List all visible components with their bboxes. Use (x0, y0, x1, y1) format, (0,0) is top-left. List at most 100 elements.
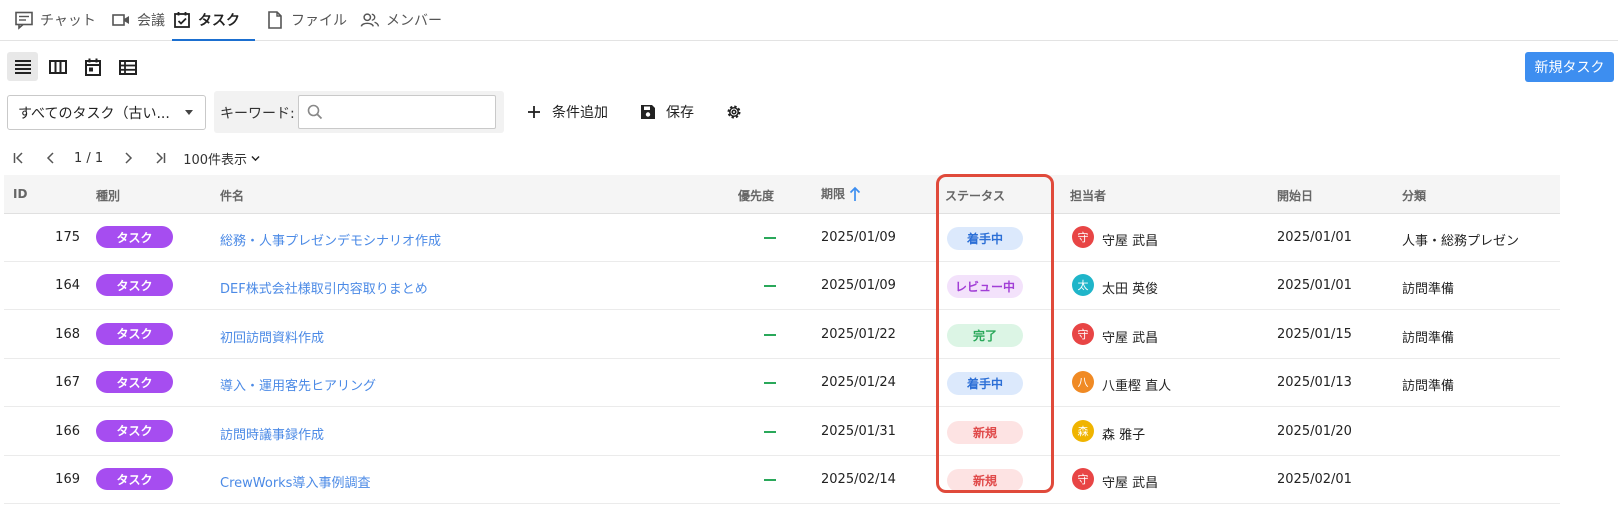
save-button[interactable]: 保存 (639, 100, 694, 124)
assignee-name: 八重樫 直人 (1102, 379, 1172, 395)
due-date: 2025/01/22 (821, 326, 896, 342)
table-row[interactable]: 166 タスク 訪問時議事録作成 2025/01/31 新規 森森 雅子 2025/01/2… (4, 408, 1560, 456)
header-category[interactable]: 分類 (1402, 187, 1426, 204)
table-row[interactable]: 175 タスク 総務・人事プレゼンデモシナリオ作成 2025/01/09 着手中 守守屋 … (4, 214, 1560, 262)
priority-none-indicator (764, 333, 776, 336)
tab-label: メンバー (386, 13, 442, 29)
header-status[interactable]: ステータス (945, 187, 1005, 204)
list-view-icon (14, 59, 31, 74)
tab-meeting[interactable]: 会議 (111, 8, 165, 41)
type-badge: タスク (96, 371, 173, 394)
calendar-view-icon (84, 58, 101, 76)
header-priority[interactable]: 優先度 (738, 187, 774, 204)
task-title-link[interactable]: CrewWorks導入事例調査 (220, 472, 370, 491)
tab-task[interactable]: タスク (172, 8, 255, 41)
priority-none-indicator (764, 285, 776, 288)
next-page-button[interactable] (119, 149, 137, 167)
start-date: 2025/01/15 (1277, 326, 1352, 342)
table-row[interactable]: 169 タスク CrewWorks導入事例調査 2025/02/14 新規 守守屋 武昌 2… (4, 456, 1560, 504)
start-date: 2025/01/20 (1277, 423, 1352, 439)
header-start[interactable]: 開始日 (1277, 187, 1313, 204)
assignee-name: 守屋 武昌 (1102, 476, 1159, 491)
header-due-label: 期限 (821, 187, 846, 201)
table-header: ID 種別 件名 優先度 期限 ステータス 担当者 開始日 分類 (4, 175, 1560, 214)
tab-label: 会議 (137, 13, 165, 29)
start-date: 2025/01/13 (1277, 375, 1352, 391)
prev-page-button[interactable] (42, 149, 60, 167)
assignee-name: 太田 英俊 (1102, 282, 1159, 298)
start-date: 2025/01/01 (1277, 230, 1352, 245)
tab-label: ファイル (291, 13, 347, 29)
header-type[interactable]: 種別 (96, 187, 120, 204)
tab-bar: チャット 会議 タスク ファイル メンバー (0, 0, 1618, 41)
task-title-link[interactable]: 総務・人事プレゼンデモシナリオ作成 (220, 230, 441, 249)
priority-none-indicator (764, 430, 776, 433)
view-switcher (7, 52, 143, 81)
task-id: 166 (55, 423, 80, 439)
last-page-button[interactable] (151, 149, 169, 167)
task-id: 175 (55, 230, 80, 245)
per-page-select[interactable]: 100件表示 (183, 149, 261, 168)
add-condition-label: 条件追加 (552, 105, 608, 121)
status-badge: レビュー中 (947, 275, 1023, 299)
type-badge: タスク (96, 226, 173, 248)
table-view-icon (118, 59, 137, 75)
priority-none-indicator (764, 479, 776, 481)
pagination: 1 / 1 100件表示 (10, 147, 261, 169)
status-badge: 新規 (947, 469, 1023, 492)
chevron-down-icon (251, 155, 260, 161)
chevron-left-icon (46, 152, 54, 164)
avatar: 八 (1072, 371, 1094, 394)
settings-button[interactable] (725, 100, 743, 124)
calendar-view-button[interactable] (77, 52, 108, 81)
tab-chat[interactable]: チャット (14, 8, 96, 41)
caret-down-icon (185, 110, 193, 115)
task-filter-value: すべてのタスク（古い... (18, 105, 170, 122)
task-id: 168 (55, 326, 80, 342)
tab-members[interactable]: メンバー (360, 8, 442, 41)
category: 訪問準備 (1402, 330, 1455, 346)
table-row[interactable]: 168 タスク 初回訪問資料作成 2025/01/22 完了 守守屋 武昌 2025/01/… (4, 311, 1560, 359)
tab-label: チャット (40, 13, 96, 29)
chat-icon (15, 11, 33, 30)
add-condition-button[interactable]: 条件追加 (525, 100, 608, 124)
board-view-icon (48, 59, 67, 74)
new-task-button[interactable]: 新規タスク (1525, 52, 1614, 82)
priority-none-indicator (764, 237, 776, 239)
board-view-button[interactable] (42, 52, 73, 81)
header-assignee[interactable]: 担当者 (1070, 187, 1106, 204)
task-title-link[interactable]: 初回訪問資料作成 (220, 327, 324, 346)
table-view-button[interactable] (112, 52, 143, 81)
category: 訪問準備 (1402, 379, 1455, 395)
save-icon (641, 105, 655, 119)
members-icon (360, 13, 380, 27)
header-due[interactable]: 期限 (821, 185, 861, 202)
type-badge: タスク (96, 468, 173, 490)
tab-file[interactable]: ファイル (265, 8, 347, 41)
task-title-link[interactable]: 訪問時議事録作成 (220, 424, 324, 443)
task-id: 164 (55, 278, 80, 294)
sort-ascending-icon (849, 186, 861, 201)
table-row[interactable]: 167 タスク 導入・運用客先ヒアリング 2025/01/24 着手中 八八重樫 直人 20… (4, 359, 1560, 408)
type-badge: タスク (96, 419, 173, 442)
first-page-icon (13, 152, 23, 164)
first-page-button[interactable] (10, 149, 28, 167)
avatar: 太 (1072, 274, 1094, 297)
assignee-name: 守屋 武昌 (1102, 330, 1159, 346)
keyword-input[interactable] (298, 95, 496, 129)
type-badge: タスク (96, 274, 173, 297)
save-label: 保存 (666, 105, 694, 121)
gear-icon (727, 105, 741, 119)
avatar: 守 (1072, 322, 1094, 345)
header-id[interactable]: ID (13, 187, 27, 201)
list-view-button[interactable] (7, 52, 38, 81)
task-title-link[interactable]: DEF株式会社様取引内容取りまとめ (220, 278, 428, 297)
task-filter-select[interactable]: すべてのタスク（古い... (7, 95, 206, 130)
last-page-icon (156, 152, 166, 164)
task-title-link[interactable]: 導入・運用客先ヒアリング (220, 375, 376, 394)
keyword-label: キーワード: (220, 106, 295, 122)
header-title[interactable]: 件名 (220, 187, 244, 204)
table-row[interactable]: 164 タスク DEF株式会社様取引内容取りまとめ 2025/01/09 レビュー中 太太… (4, 262, 1560, 311)
assignee-name: 守屋 武昌 (1102, 234, 1159, 249)
category: 訪問準備 (1402, 282, 1455, 298)
